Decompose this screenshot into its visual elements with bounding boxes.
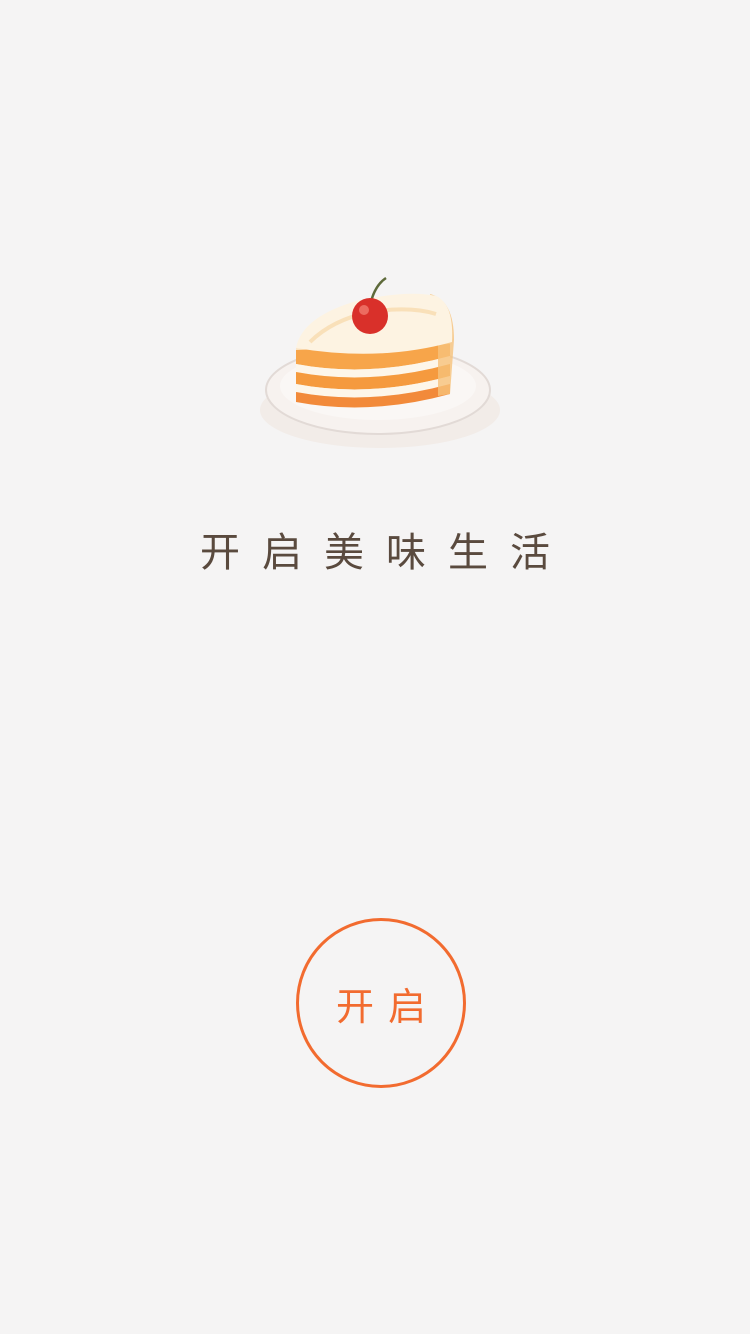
start-button[interactable]: 开启: [296, 918, 466, 1088]
tagline: 开启美味生活: [200, 530, 572, 576]
cake-illustration: [260, 276, 500, 448]
splash-screen: 开启美味生活 开启: [0, 0, 750, 1334]
start-button-label: 开启: [335, 984, 440, 1029]
